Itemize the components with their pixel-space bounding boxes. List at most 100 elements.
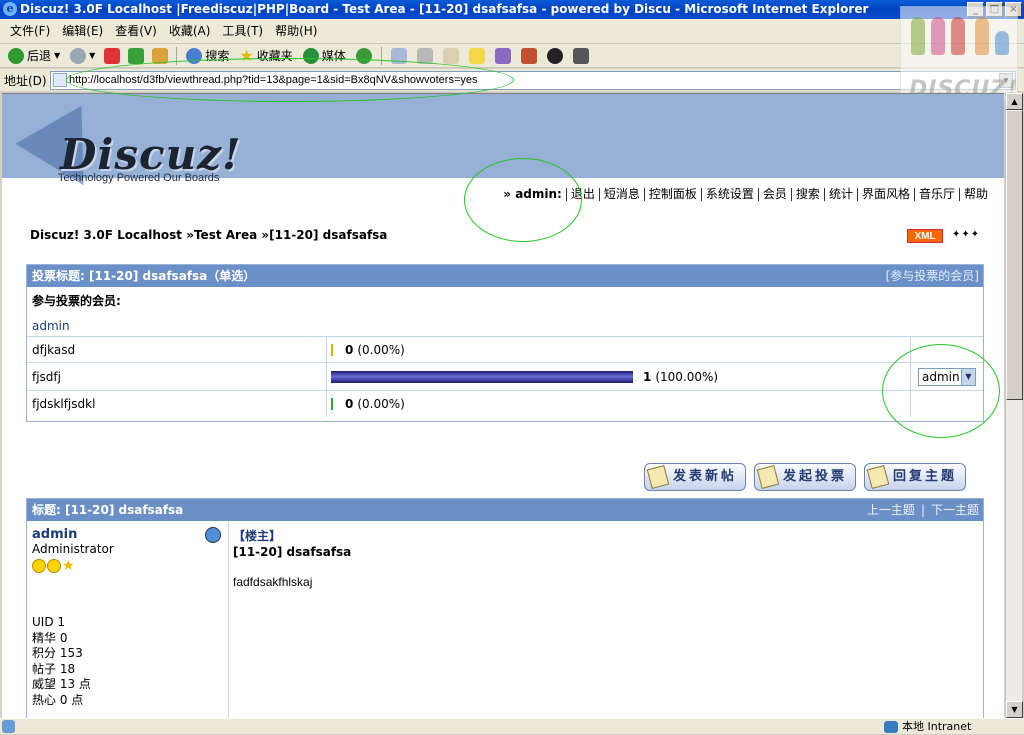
poll-voter[interactable]: admin (27, 315, 983, 337)
ie-icon: e (3, 2, 17, 16)
nav-stats[interactable]: 统计 (823, 188, 857, 201)
poll-bar (331, 398, 333, 410)
next-thread-link[interactable]: 下一主题 (931, 499, 979, 521)
poll-bar (331, 343, 333, 356)
menu-favorites[interactable]: 收藏(A) (163, 19, 217, 44)
reply-label: 回复主题 (893, 469, 958, 484)
nav-system-settings[interactable]: 系统设置 (700, 188, 758, 201)
post-content-panel: 【楼主】 [11-20] dsafsafsa fadfdsakfhlskaj (229, 521, 983, 718)
poll-voters-link[interactable]: [参与投票的会员] (886, 265, 983, 287)
nav-search[interactable]: 搜索 (790, 188, 824, 201)
person-figure-icon (951, 17, 965, 55)
window-title: Discuz! 3.0F Localhost |Freediscuz|PHP|B… (20, 2, 869, 16)
poll-table: 投票标题: [11-20] dsafsafsa（单选） [参与投票的会员] 参与… (26, 264, 984, 422)
thread-actions: 发表新帖 发起投票 回复主题 (644, 463, 967, 491)
nav-styles[interactable]: 界面风格 (856, 188, 914, 201)
back-label: 后退 (27, 49, 52, 63)
nav-messages[interactable]: 短消息 (598, 188, 644, 201)
forward-arrow-icon (70, 47, 87, 64)
new-poll-label: 发起投票 (783, 469, 848, 484)
poll-percent: (0.00%) (357, 342, 405, 357)
post-floor: 【楼主】 (233, 529, 282, 543)
menu-view[interactable]: 查看(V) (109, 19, 163, 44)
stat-uid: UID 1 (32, 615, 66, 629)
logo-tagline: Technology Powered Our Boards (58, 172, 220, 184)
poll-count: 1 (643, 369, 652, 384)
windows-flag-icon (995, 31, 1009, 55)
prev-thread-link[interactable]: 上一主题 (867, 499, 915, 521)
author-panel: admin Administrator ★ UID 1 精华 0 积分 153 … (27, 521, 229, 718)
stop-icon[interactable] (104, 47, 121, 64)
person-figure-icon (975, 17, 989, 55)
messenger-icon[interactable] (520, 47, 537, 64)
menu-help[interactable]: 帮助(H) (269, 19, 323, 44)
poll-count: 0 (345, 342, 354, 357)
pen-icon (646, 465, 670, 489)
post-table: 标题: [11-20] dsafsafsa 上一主题 | 下一主题 admin … (26, 498, 984, 718)
vertical-scrollbar[interactable]: ▲ ▼ (1005, 93, 1023, 718)
nav-music-hall[interactable]: 音乐厅 (913, 188, 959, 201)
menu-tools[interactable]: 工具(T) (216, 19, 269, 44)
nav-help[interactable]: 帮助 (958, 188, 992, 201)
reply-button[interactable]: 回复主题 (864, 463, 967, 491)
new-poll-button[interactable]: 发起投票 (754, 463, 857, 491)
post-header-nav: 上一主题 | 下一主题 (867, 499, 983, 521)
menu-bar: 文件(F) 编辑(E) 查看(V) 收藏(A) 工具(T) 帮助(H) (0, 19, 1024, 44)
edit-icon[interactable] (442, 47, 459, 64)
toolbar-tool-icon[interactable] (572, 47, 589, 64)
poll-option-label: fjdsklfjsdkl (27, 391, 327, 417)
chevron-down-icon: ▼ (54, 51, 61, 60)
person-figure-icon (931, 17, 945, 55)
smiley-rank-icon (47, 559, 61, 573)
research-icon[interactable] (494, 47, 511, 64)
pen-icon (756, 465, 780, 489)
breadcrumb: Discuz! 3.0F Localhost »Test Area »[11-2… (30, 228, 387, 242)
author-name[interactable]: admin (32, 527, 228, 542)
poll-voters-label: 参与投票的会员: (32, 294, 121, 308)
nav-arrows-icon[interactable]: ✦✦✦ (952, 229, 980, 240)
discuss-icon[interactable] (468, 47, 485, 64)
poll-option-row: dfjkasd 0 (0.00%) (27, 337, 983, 363)
page-status-icon (2, 720, 15, 733)
nav-members[interactable]: 会员 (757, 188, 791, 201)
poll-option-label: fjsdfj (27, 363, 327, 390)
post-header: 标题: [11-20] dsafsafsa 上一主题 | 下一主题 (27, 499, 983, 521)
poll-percent: (0.00%) (357, 397, 405, 411)
back-button[interactable]: 后退 ▼ (4, 45, 64, 67)
poll-result-cell: 0 (0.00%) (327, 337, 911, 362)
poll-option-row: fjdsklfjsdkl 0 (0.00%) (27, 391, 983, 417)
new-thread-label: 发表新帖 (673, 469, 738, 484)
xml-badge[interactable]: XML (907, 229, 943, 243)
post-body: admin Administrator ★ UID 1 精华 0 积分 153 … (27, 521, 983, 718)
breadcrumb-forum-home[interactable]: Discuz! 3.0F Localhost (30, 228, 182, 242)
refresh-icon[interactable] (128, 47, 145, 64)
post-title: [11-20] dsafsafsa (233, 545, 352, 559)
nav-control-panel[interactable]: 控制面板 (643, 188, 701, 201)
page-icon (53, 72, 67, 87)
qq-icon[interactable] (546, 47, 563, 64)
poll-percent: (100.00%) (655, 369, 719, 384)
smiley-rank-icon (32, 559, 46, 573)
scroll-down-icon[interactable]: ▼ (1006, 701, 1023, 718)
highlight-circle (464, 158, 582, 242)
person-figure-icon (911, 17, 925, 55)
discuz-logo[interactable]: Discuz! Technology Powered Our Boards (15, 105, 244, 205)
breadcrumb-test-area[interactable]: »Test Area » (182, 228, 269, 242)
post-content: fadfdsakfhlskaj (233, 575, 313, 589)
scroll-up-icon[interactable]: ▲ (1006, 93, 1023, 110)
stat-posts: 帖子 18 (32, 661, 76, 676)
online-status-icon (205, 527, 221, 543)
page-viewport: Discuz! Technology Powered Our Boards » … (2, 93, 1004, 718)
status-bar: 本地 Intranet (0, 718, 1024, 734)
poll-count: 0 (345, 397, 354, 411)
scroll-thumb[interactable] (1006, 110, 1023, 400)
menu-file[interactable]: 文件(F) (4, 19, 56, 44)
author-rank-icons: ★ (32, 559, 228, 573)
poll-header: 投票标题: [11-20] dsafsafsa（单选） [参与投票的会员] (27, 265, 983, 287)
menu-edit[interactable]: 编辑(E) (56, 19, 109, 44)
zone-label: 本地 Intranet (902, 720, 972, 733)
forward-button[interactable]: ▼ (66, 45, 99, 67)
author-stats: UID 1 精华 0 积分 153 帖子 18 威望 13 点 热心 0 点 (32, 615, 91, 708)
new-thread-button[interactable]: 发表新帖 (644, 463, 747, 491)
stat-credits: 积分 153 (32, 646, 83, 660)
